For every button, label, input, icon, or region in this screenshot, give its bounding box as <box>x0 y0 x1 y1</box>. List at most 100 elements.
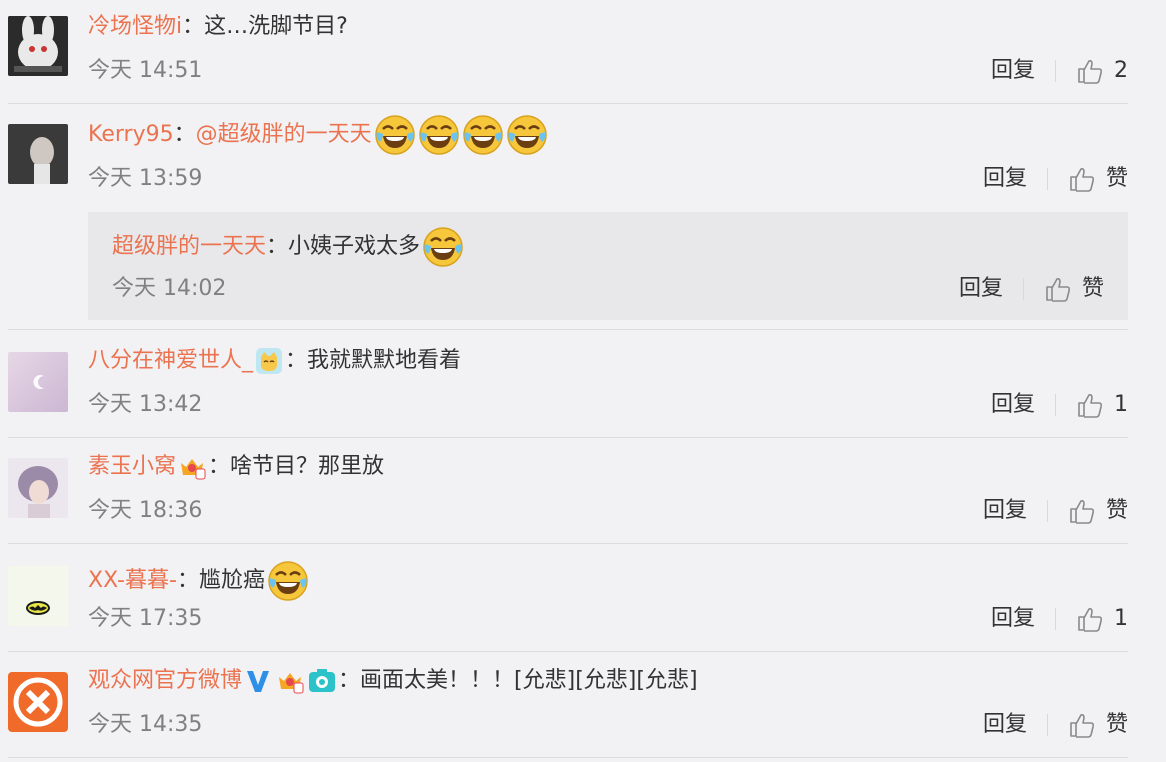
like-button[interactable]: 1 <box>1076 604 1128 634</box>
timestamp: 今天 13:42 <box>88 392 203 417</box>
username-link[interactable]: XX-暮暮- <box>88 566 177 596</box>
avatar-image <box>8 458 68 518</box>
like-count: 2 <box>1114 58 1128 83</box>
separator <box>1022 278 1024 300</box>
crown-badge-icon <box>181 459 206 480</box>
colon: ： <box>266 234 289 259</box>
like-count: 赞 <box>1081 276 1104 301</box>
colon: ： <box>176 568 199 593</box>
timestamp: 今天 14:02 <box>112 276 227 301</box>
divider <box>8 543 1128 544</box>
colon: ： <box>182 14 205 39</box>
username-link[interactable]: 八分在神爱世人_ <box>88 346 253 376</box>
like-count: 1 <box>1114 392 1128 417</box>
username-link[interactable]: 素玉小窝 <box>88 452 176 482</box>
thumbs-up-icon <box>1068 497 1096 525</box>
like-button[interactable]: 赞 <box>1068 710 1128 740</box>
comment-line: Kerry95 ： @超级胖的一天天 <box>88 114 548 156</box>
comment-text: 小姨子戏太多 <box>288 234 421 259</box>
camera-badge-icon <box>309 669 336 692</box>
reply-button[interactable]: 回复 <box>983 496 1027 526</box>
username-link[interactable]: 冷场怪物i <box>88 12 182 42</box>
laugh-cry-emoji <box>418 114 460 156</box>
thumbs-up-icon <box>1044 275 1072 303</box>
timestamp: 今天 18:36 <box>88 498 203 523</box>
avatar[interactable] <box>8 352 68 412</box>
divider <box>8 329 1128 330</box>
comment-text: 这…洗脚节目? <box>204 14 348 39</box>
separator <box>1046 168 1048 190</box>
comment-actions: 回复 赞 <box>983 710 1128 740</box>
comment-actions: 回复 1 <box>991 390 1128 420</box>
comment-line: XX-暮暮- ： 尴尬癌 <box>88 560 309 602</box>
reply-button[interactable]: 回复 <box>983 164 1027 194</box>
username-link[interactable]: 观众网官方微博 <box>88 666 242 696</box>
username-link[interactable]: Kerry95 <box>88 120 174 150</box>
separator <box>1046 500 1048 522</box>
laugh-cry-emoji <box>374 114 416 156</box>
reply-button[interactable]: 回复 <box>991 604 1035 634</box>
timestamp: 今天 17:35 <box>88 606 203 631</box>
timestamp: 今天 14:51 <box>88 58 203 83</box>
username-link[interactable]: 超级胖的一天天 <box>112 232 266 262</box>
like-button[interactable]: 赞 <box>1044 274 1104 304</box>
comment-line: 观众网官方微博 ： 画面太美！！！[允悲][允悲][允悲] <box>88 666 698 696</box>
comment-actions: 回复 赞 <box>983 496 1128 526</box>
comment-text: 画面太美！！！[允悲][允悲][允悲] <box>360 668 698 693</box>
mention-link[interactable]: @超级胖的一天天 <box>196 120 372 150</box>
cat-emoji <box>256 348 283 374</box>
comment-actions: 回复 赞 <box>959 274 1104 304</box>
like-count: 赞 <box>1105 166 1128 191</box>
comment-text: 我就默默地看着 <box>307 348 462 373</box>
comment-text: 尴尬癌 <box>198 568 265 593</box>
colon: ： <box>285 348 308 373</box>
like-button[interactable]: 赞 <box>1068 164 1128 194</box>
like-button[interactable]: 赞 <box>1068 496 1128 526</box>
timestamp: 今天 13:59 <box>88 166 203 191</box>
comment-actions: 回复 赞 <box>983 164 1128 194</box>
thumbs-up-icon <box>1076 391 1104 419</box>
laugh-cry-emoji <box>506 114 548 156</box>
separator <box>1055 608 1056 630</box>
like-count: 1 <box>1114 606 1128 631</box>
avatar-image <box>8 672 68 732</box>
comment-text: 啥节目？那里放 <box>230 454 385 479</box>
divider <box>8 651 1128 652</box>
avatar[interactable] <box>8 672 68 732</box>
separator <box>1046 714 1048 736</box>
reply-button[interactable]: 回复 <box>991 390 1035 420</box>
divider <box>8 103 1128 104</box>
laugh-cry-emoji <box>267 560 309 602</box>
divider <box>8 757 1128 758</box>
avatar-image <box>8 16 68 76</box>
avatar[interactable] <box>8 458 68 518</box>
comment-line: 八分在神爱世人_ ： 我就默默地看着 <box>88 346 461 376</box>
reply-button[interactable]: 回复 <box>983 710 1027 740</box>
reply-button[interactable]: 回复 <box>959 274 1003 304</box>
avatar[interactable] <box>8 124 68 184</box>
colon: ： <box>173 122 196 147</box>
avatar[interactable] <box>8 566 68 626</box>
timestamp: 今天 14:35 <box>88 712 203 737</box>
avatar-image <box>8 124 68 184</box>
thumbs-up-icon <box>1068 711 1096 739</box>
like-button[interactable]: 1 <box>1076 390 1128 420</box>
comment-line: 超级胖的一天天 ： 小姨子戏太多 <box>112 226 464 268</box>
comment-actions: 回复 1 <box>991 604 1128 634</box>
separator <box>1055 394 1056 416</box>
like-button[interactable]: 2 <box>1076 56 1128 86</box>
reply-button[interactable]: 回复 <box>991 56 1035 86</box>
colon: ： <box>208 454 231 479</box>
thumbs-up-icon <box>1068 165 1096 193</box>
comment-line: 素玉小窝 ： 啥节目？那里放 <box>88 452 384 482</box>
avatar-image <box>8 566 68 626</box>
comment-line: 冷场怪物i ： 这…洗脚节目? <box>88 12 348 42</box>
like-count: 赞 <box>1105 498 1128 523</box>
laugh-cry-emoji <box>422 226 464 268</box>
avatar-image <box>8 352 68 412</box>
like-count: 赞 <box>1105 712 1128 737</box>
thumbs-up-icon <box>1076 57 1104 85</box>
avatar[interactable] <box>8 16 68 76</box>
divider <box>8 437 1128 438</box>
laugh-cry-emoji <box>462 114 504 156</box>
